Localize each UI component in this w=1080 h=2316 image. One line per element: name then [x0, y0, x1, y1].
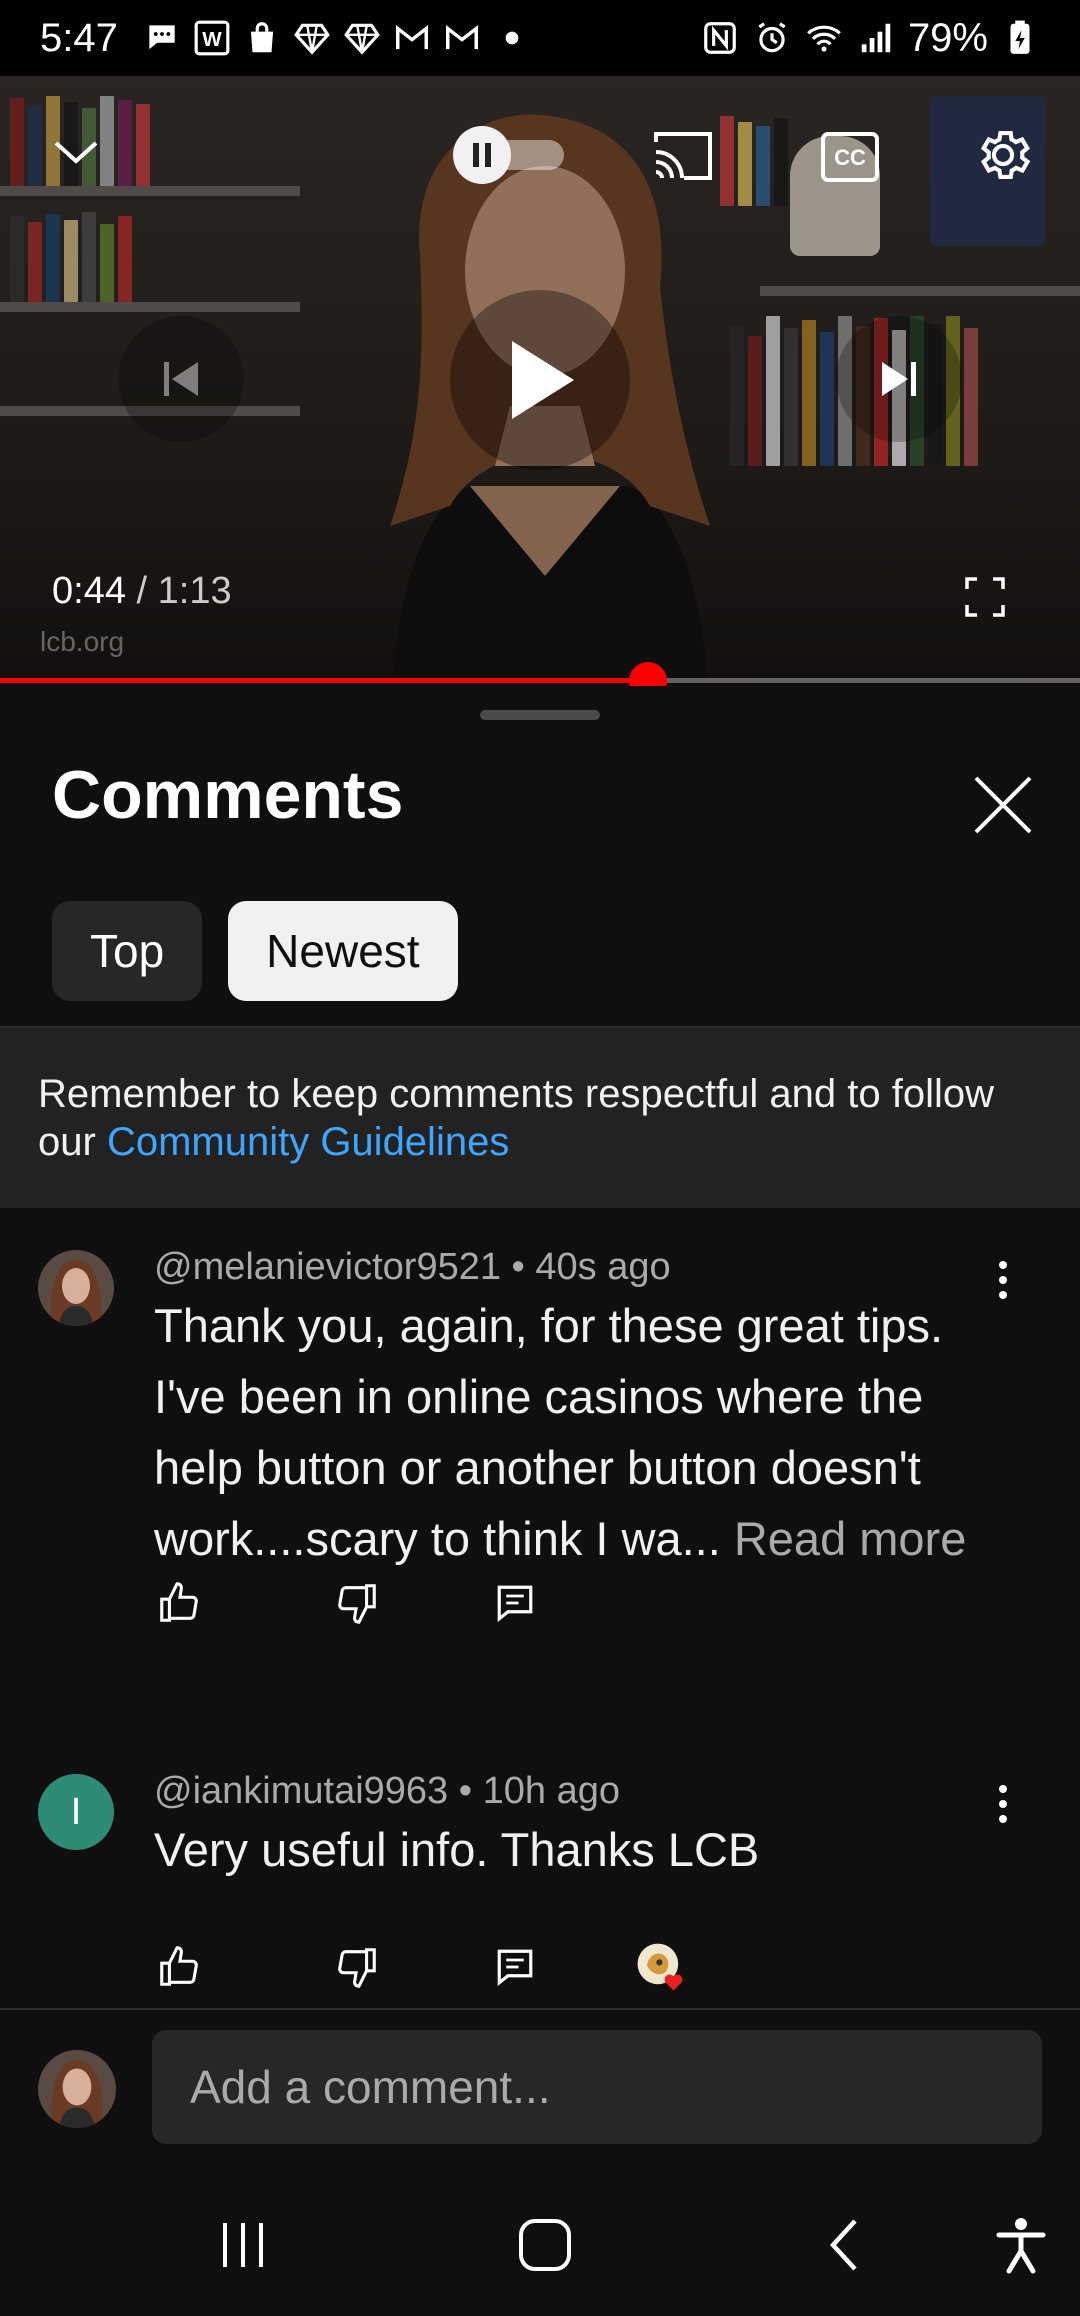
status-bar: 5:47 W 79%: [0, 0, 1080, 76]
w-app-icon: W: [192, 18, 232, 58]
guidelines-notice: Remember to keep comments respectful and…: [0, 1028, 1080, 1208]
avatar[interactable]: [38, 1250, 114, 1326]
close-icon[interactable]: [968, 770, 1038, 840]
autoplay-toggle[interactable]: [452, 126, 570, 184]
cast-icon[interactable]: [648, 126, 718, 186]
drag-handle[interactable]: [480, 710, 600, 720]
progress-track[interactable]: [0, 678, 1080, 683]
avatar[interactable]: I: [38, 1774, 114, 1850]
duration: 1:13: [157, 570, 232, 612]
more-options-icon[interactable]: [985, 1774, 1021, 1834]
comment-item: I @iankimutai9963 • 10h ago Very useful …: [0, 1732, 1080, 2002]
settings-icon[interactable]: [970, 122, 1036, 188]
creator-heart-icon: [636, 1942, 686, 1992]
tab-newest[interactable]: Newest: [228, 901, 458, 1001]
like-icon[interactable]: [154, 1578, 204, 1628]
next-icon[interactable]: [836, 316, 962, 442]
video-player[interactable]: CC 0:44 / 1:13 lcb.org: [0, 76, 1080, 680]
comments-sheet: Comments Top Newest Remember to keep com…: [0, 686, 1080, 2202]
back-icon[interactable]: [802, 2200, 892, 2290]
diamond-icon: [342, 18, 382, 58]
signal-icon: [856, 18, 896, 58]
like-icon[interactable]: [154, 1942, 204, 1992]
comment-author-meta: @iankimutai9963 • 10h ago: [154, 1770, 620, 1812]
dot-icon: [492, 18, 532, 58]
avatar: [38, 2050, 116, 2128]
home-icon[interactable]: [500, 2200, 590, 2290]
captions-icon[interactable]: CC: [818, 128, 882, 186]
add-comment-bar: Add a comment...: [0, 2008, 1080, 2170]
time-separator: /: [125, 570, 158, 612]
shopping-bag-icon: [242, 18, 282, 58]
add-comment-input[interactable]: Add a comment...: [152, 2030, 1042, 2144]
chat-bubble-icon: [142, 18, 182, 58]
comment-actions: [154, 1942, 686, 1992]
svg-text:CC: CC: [834, 145, 866, 170]
accessibility-icon[interactable]: [976, 2200, 1066, 2290]
tab-top[interactable]: Top: [52, 901, 203, 1001]
comments-title: Comments: [52, 757, 404, 833]
dislike-icon[interactable]: [332, 1942, 382, 1992]
battery-charging-icon: [1000, 18, 1040, 58]
comment-body: Very useful info. Thanks LCB: [154, 1823, 760, 1876]
dislike-icon[interactable]: [332, 1578, 382, 1628]
collapse-icon[interactable]: [46, 126, 106, 178]
comment-actions: [154, 1578, 540, 1628]
alarm-icon: [752, 18, 792, 58]
comment-text: Very useful info. Thanks LCB: [154, 1814, 994, 1885]
diamond-icon: [292, 18, 332, 58]
system-nav-bar: [0, 2170, 1080, 2316]
wifi-icon: [804, 18, 844, 58]
current-time: 0:44: [52, 570, 126, 612]
gmail-icon: [442, 18, 482, 58]
comment-author-meta: @melanievictor9521 • 40s ago: [154, 1246, 671, 1288]
watermark: lcb.org: [40, 626, 125, 657]
comment-item: @melanievictor9521 • 40s ago Thank you, …: [0, 1208, 1080, 1648]
recent-apps-icon[interactable]: [198, 2200, 288, 2290]
read-more-link[interactable]: Read more: [734, 1512, 967, 1565]
sort-chips: Top Newest: [52, 901, 458, 1001]
status-time: 5:47: [40, 15, 118, 60]
community-guidelines-link[interactable]: Community Guidelines: [107, 1120, 509, 1164]
playback-time: 0:44 / 1:13: [52, 570, 232, 613]
reply-icon[interactable]: [490, 1578, 540, 1628]
more-options-icon[interactable]: [985, 1250, 1021, 1310]
play-icon[interactable]: [450, 290, 630, 470]
svg-text:W: W: [202, 28, 222, 51]
nfc-icon: [700, 18, 740, 58]
fullscreen-icon[interactable]: [962, 574, 1008, 620]
gmail-icon: [392, 18, 432, 58]
reply-icon[interactable]: [490, 1942, 540, 1992]
battery-level: 79%: [907, 15, 988, 60]
comment-text: Thank you, again, for these great tips. …: [154, 1290, 994, 1574]
progress-fill: [0, 678, 648, 683]
previous-icon[interactable]: [118, 316, 244, 442]
